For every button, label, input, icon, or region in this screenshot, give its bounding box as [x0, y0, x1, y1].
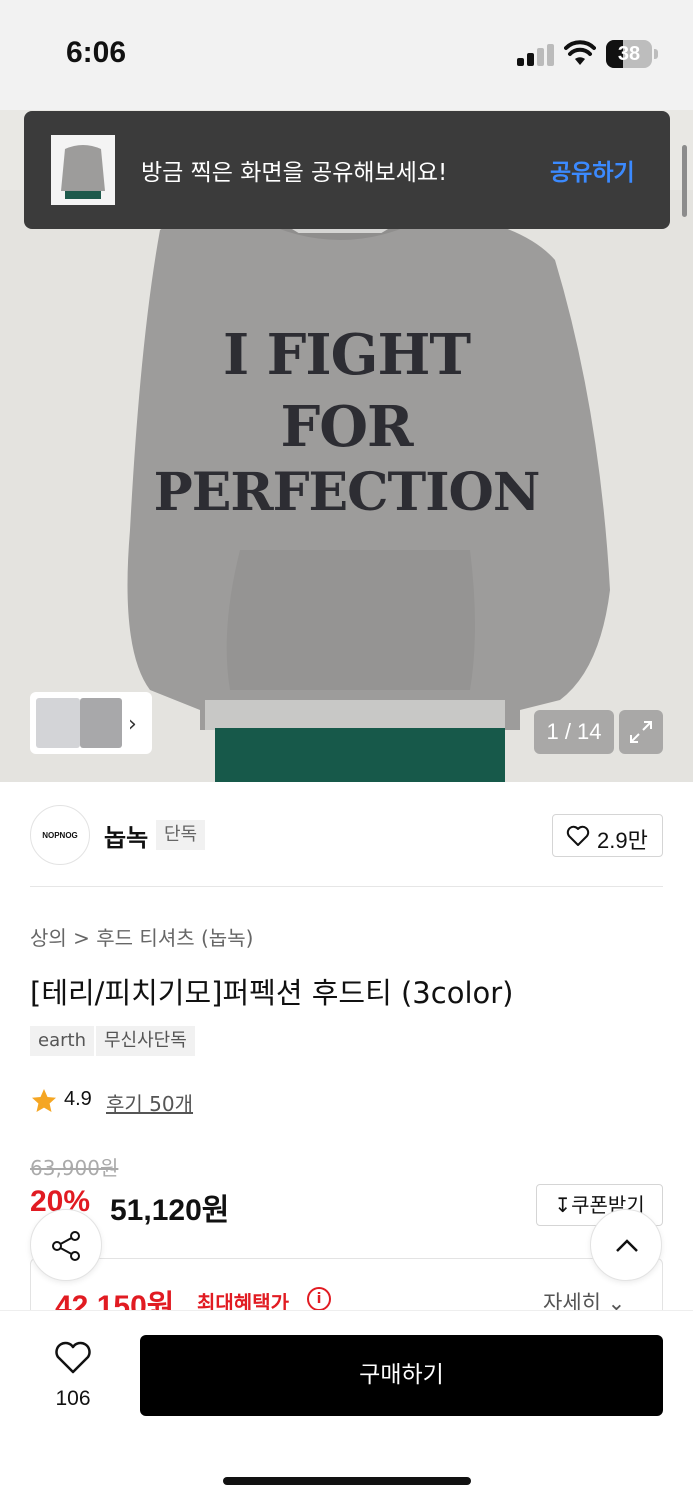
- bottom-bar: 106 구매하기: [0, 1310, 693, 1500]
- product-title: [테리/피치기모]퍼펙션 후드티 (3color): [30, 976, 514, 1010]
- share-toast: 방금 찍은 화면을 공유해보세요! 공유하기: [24, 111, 670, 229]
- image-counter: 1 / 14: [534, 710, 614, 754]
- toast-message: 방금 찍은 화면을 공유해보세요!: [141, 160, 448, 186]
- chevron-right-icon[interactable]: ›: [128, 712, 137, 737]
- tag-exclusive[interactable]: 무신사단독: [96, 1026, 195, 1056]
- home-indicator: [223, 1477, 471, 1485]
- sale-price: 51,120원: [110, 1194, 230, 1227]
- download-icon: ↧: [554, 1193, 572, 1217]
- expand-icon[interactable]: [619, 710, 663, 754]
- screenshot-thumbnail: [51, 135, 115, 205]
- review-link[interactable]: 후기 50개: [106, 1088, 193, 1117]
- brand-name[interactable]: 놉녹: [104, 818, 148, 853]
- rating-value: 4.9: [64, 1088, 92, 1110]
- heart-icon: [55, 1341, 91, 1374]
- chevron-up-icon: [616, 1239, 638, 1252]
- brand-like-button[interactable]: 2.9만: [552, 814, 663, 857]
- heart-icon: [566, 825, 590, 846]
- wishlist-button[interactable]: 106: [42, 1341, 104, 1410]
- share-button[interactable]: 공유하기: [550, 153, 635, 187]
- status-time: 6:06: [66, 36, 127, 69]
- brand-like-count: 2.9만: [597, 828, 648, 853]
- signal-icon: [517, 44, 554, 66]
- wifi-icon: [564, 40, 596, 65]
- star-icon: [32, 1089, 56, 1112]
- info-icon[interactable]: i: [307, 1287, 331, 1311]
- buy-button[interactable]: 구매하기: [140, 1335, 663, 1416]
- tag-earth[interactable]: earth: [30, 1026, 94, 1056]
- divider: [30, 886, 663, 887]
- status-bar: 6:06 38: [0, 0, 693, 110]
- scroll-indicator: [682, 145, 687, 217]
- thumbnail-1[interactable]: [36, 698, 80, 748]
- brand-logo[interactable]: NOPNOG: [30, 805, 90, 865]
- print-line-3: PERFECTION: [153, 462, 541, 523]
- original-price: 63,900원: [30, 1156, 119, 1180]
- wishlist-count: 106: [55, 1387, 91, 1410]
- thumbnail-2[interactable]: [80, 698, 122, 748]
- print-line-2: FOR: [280, 394, 413, 460]
- battery-level: 38: [617, 43, 641, 65]
- exclusive-badge: 단독: [156, 820, 206, 850]
- share-fab[interactable]: [30, 1209, 102, 1281]
- scroll-top-button[interactable]: [590, 1209, 662, 1281]
- print-line-1: I FIGHT: [222, 322, 471, 388]
- share-icon: [52, 1231, 80, 1261]
- breadcrumb[interactable]: 상의 > 후드 티셔츠 (놉녹): [30, 922, 253, 951]
- battery-icon: 38: [606, 40, 658, 68]
